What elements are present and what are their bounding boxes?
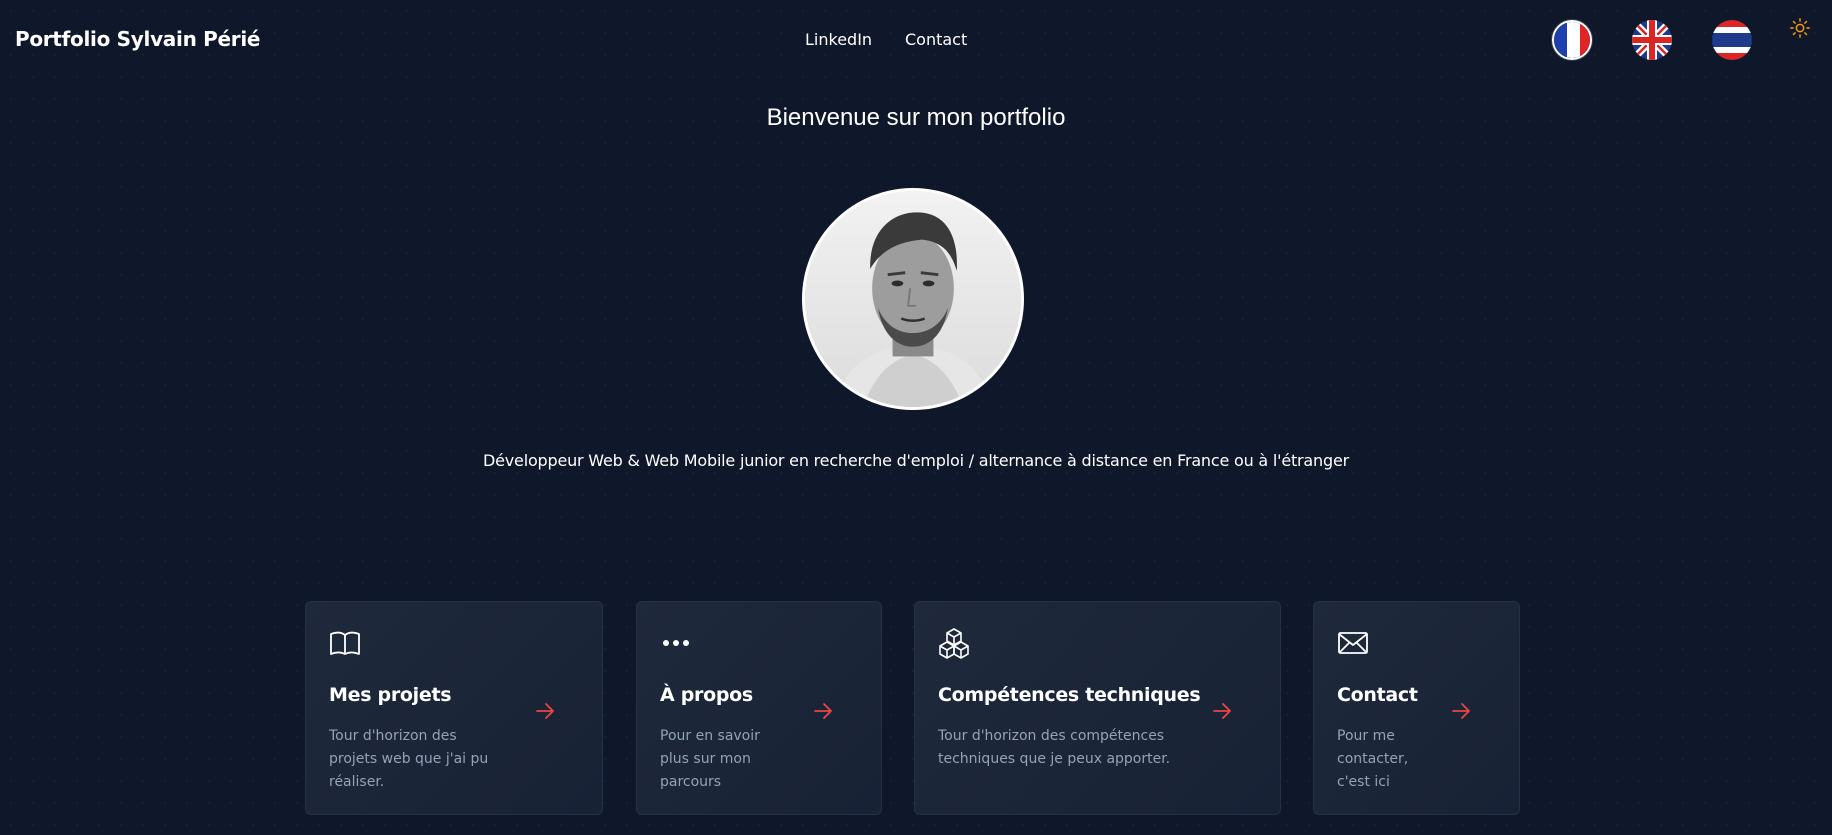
arrow-right-icon[interactable] bbox=[534, 700, 556, 722]
nav-link-contact[interactable]: Contact bbox=[905, 30, 967, 49]
arrow-right-icon[interactable] bbox=[1211, 700, 1233, 722]
profile-avatar bbox=[802, 188, 1024, 410]
card-title: À propos bbox=[660, 684, 753, 706]
card-skills[interactable]: Compétences techniques Tour d'horizon de… bbox=[914, 601, 1281, 815]
card-contact[interactable]: Contact Pour me contacter, c'est ici bbox=[1313, 601, 1520, 815]
card-title: Mes projets bbox=[329, 684, 452, 706]
card-title: Compétences techniques bbox=[938, 684, 1201, 706]
book-icon bbox=[328, 626, 362, 660]
card-description: Tour d'horizon des compétences technique… bbox=[938, 728, 1171, 767]
dots-icon bbox=[659, 626, 693, 660]
hero-title: Bienvenue sur mon portfolio bbox=[766, 104, 1066, 131]
nav-link-linkedin[interactable]: LinkedIn bbox=[805, 30, 872, 49]
arrow-right-icon[interactable] bbox=[1450, 700, 1472, 722]
flag-thailand-icon[interactable] bbox=[1712, 20, 1752, 60]
hero-tagline: Développeur Web & Web Mobile junior en r… bbox=[483, 451, 1349, 470]
flag-uk-icon[interactable] bbox=[1632, 20, 1672, 60]
cubes-icon bbox=[937, 626, 971, 660]
card-description: Pour me contacter, c'est ici bbox=[1337, 728, 1409, 790]
arrow-right-icon[interactable] bbox=[812, 700, 834, 722]
sun-icon[interactable] bbox=[1789, 17, 1811, 39]
card-projects[interactable]: Mes projets Tour d'horizon des projets w… bbox=[305, 601, 603, 815]
envelope-icon bbox=[1336, 626, 1370, 660]
card-about[interactable]: À propos Pour en savoir plus sur mon par… bbox=[636, 601, 882, 815]
card-description: Pour en savoir plus sur mon parcours bbox=[660, 728, 760, 790]
flag-france-icon[interactable] bbox=[1552, 20, 1592, 60]
site-brand[interactable]: Portfolio Sylvain Périé bbox=[15, 27, 260, 51]
card-title: Contact bbox=[1337, 684, 1418, 706]
card-description: Tour d'horizon des projets web que j'ai … bbox=[329, 728, 489, 790]
